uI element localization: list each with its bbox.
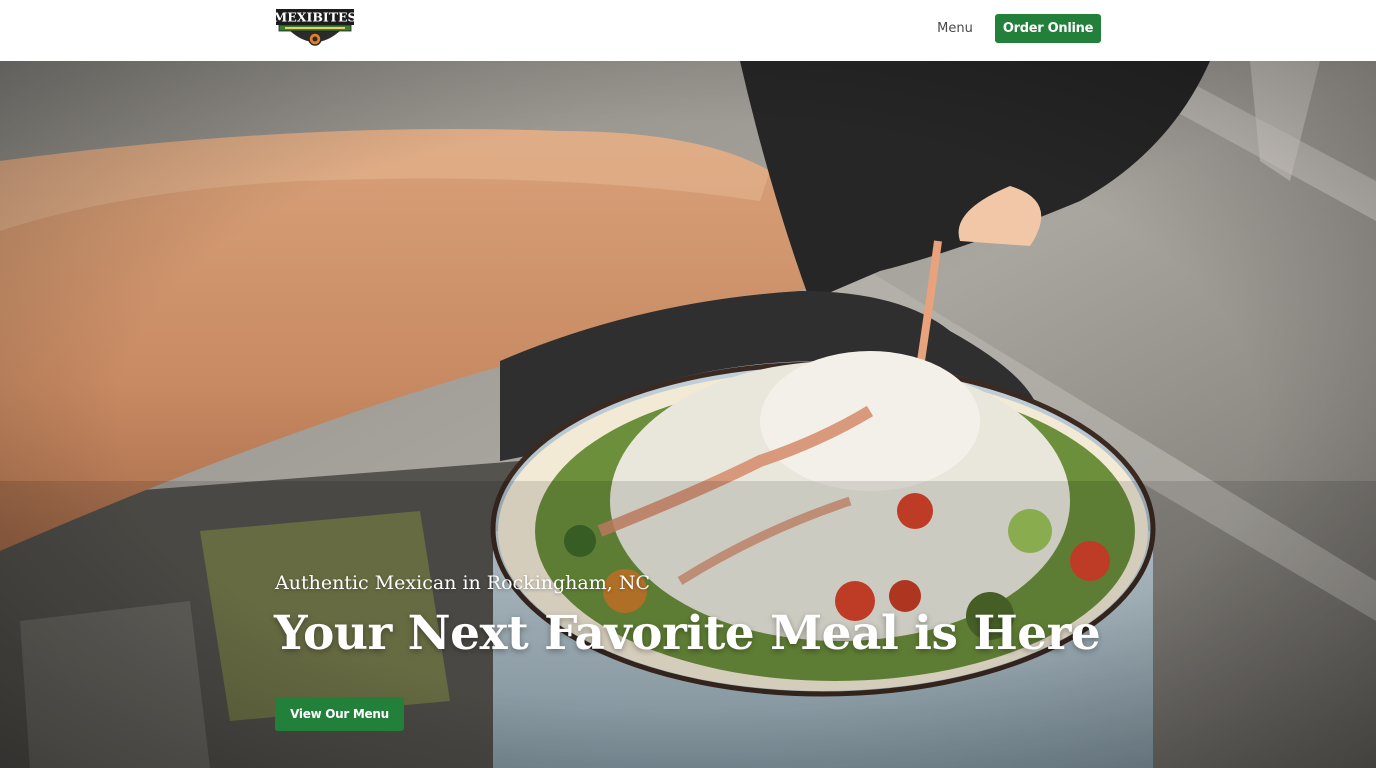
hero-subtitle: Authentic Mexican in Rockingham, NC (275, 572, 650, 594)
view-menu-button[interactable]: View Our Menu (275, 697, 404, 731)
logo-wordmark: MEXIBITES (275, 10, 355, 25)
mexibites-logo[interactable]: MEXIBITES (273, 8, 357, 50)
site-header: MEXIBITES Menu Order Online (0, 0, 1376, 61)
hero-section: Authentic Mexican in Rockingham, NC Your… (0, 61, 1376, 768)
hero-food-photo (0, 61, 1376, 768)
hero-title: Your Next Favorite Meal is Here (274, 606, 1101, 661)
logo-graphic: MEXIBITES (273, 9, 357, 46)
nav-menu-link[interactable]: Menu (926, 14, 984, 42)
order-online-button[interactable]: Order Online (995, 14, 1101, 43)
